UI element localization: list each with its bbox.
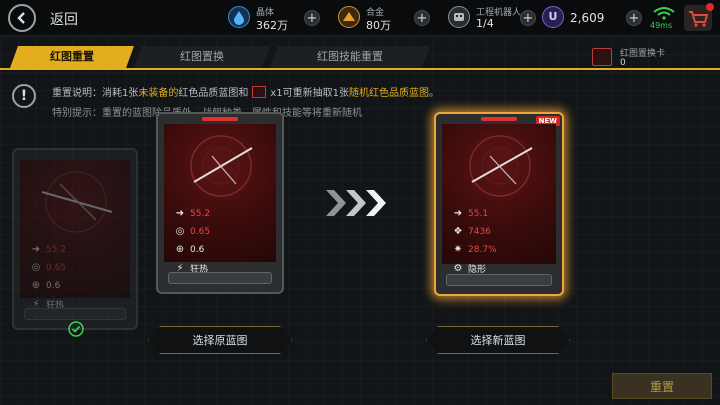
resource-robot: 工程机器人 1/4	[448, 3, 530, 33]
swap-card-icon	[592, 48, 612, 66]
warning-icon: !	[12, 84, 36, 108]
crystal-drop-icon	[228, 6, 250, 28]
ship-icon	[469, 135, 533, 197]
desc-highlight-unequipped: 未装备的	[138, 88, 179, 99]
add-robot-button[interactable]: +	[520, 10, 536, 26]
desc-part: 。	[429, 88, 440, 99]
reset-description: 重置说明：消耗1张未装备的红色品质蓝图和 x1可重新抽取1张随机红色品质蓝图。	[52, 84, 439, 99]
notification-dot	[706, 3, 714, 11]
new-blueprint-card[interactable]: NEW ➜ 55.1 ❖ 7436 ✷ 28.7% ⚙ 隐形	[434, 112, 564, 296]
currency-value: 2,609	[570, 11, 605, 25]
card-art: ➜ 55.1 ❖ 7436 ✷ 28.7% ⚙ 隐形	[442, 124, 556, 275]
alloy-icon	[338, 6, 360, 28]
stat-speed: ➜ 55.2	[175, 208, 211, 219]
desc-highlight-random: 随机红色品质蓝图	[349, 88, 430, 99]
robot-value: 1/4	[476, 17, 494, 30]
stat-speed: ➜ 55.2	[31, 244, 67, 255]
card-footer	[168, 272, 272, 284]
select-new-button[interactable]: 选择新蓝图	[426, 326, 570, 354]
stat-shield: ❖ 7436	[453, 226, 491, 237]
stat-accuracy: ⊕ 0.6	[31, 280, 61, 291]
card-top-indicator	[481, 117, 517, 121]
card-top-indicator	[202, 117, 238, 121]
swap-card-value: 0	[620, 58, 626, 68]
reset-ticket-icon	[252, 86, 267, 98]
resource-currency: U 2,609	[542, 3, 616, 33]
resource-alloy: 合金 80万	[338, 3, 408, 33]
back-label: 返回	[50, 12, 78, 28]
tab-skill-reset[interactable]: 红图技能重置	[270, 46, 430, 68]
shop-button[interactable]	[684, 3, 714, 31]
stat-damage-bonus: ✷ 28.7%	[453, 244, 497, 255]
add-crystal-button[interactable]: +	[304, 10, 320, 26]
original-blueprint-card[interactable]: ➜ 55.2 ◎ 0.65 ⊕ 0.6 ⚡ 狂热	[156, 112, 284, 294]
chevron-left-icon	[17, 12, 25, 24]
transform-arrows-icon	[326, 190, 386, 216]
tab-blueprint-swap[interactable]: 红图置换	[134, 46, 270, 68]
swap-card-label: 红图置换卡	[620, 49, 666, 59]
desc-part: 重置说明：消耗1张	[52, 88, 139, 99]
wifi-icon	[653, 7, 675, 20]
swap-card-counter: 红图置换卡 0	[592, 46, 702, 70]
reset-button[interactable]: 重置	[612, 373, 712, 399]
robot-icon	[448, 6, 470, 28]
alloy-value: 80万	[366, 19, 391, 32]
desc-part: x1可重新抽取1张	[270, 88, 350, 99]
card-art: ➜ 55.2 ◎ 0.65 ⊕ 0.6 ⚡ 狂热	[20, 160, 130, 311]
stat-speed: ➜ 55.1	[453, 208, 489, 219]
card-footer	[446, 274, 552, 286]
stat-accuracy: ⊕ 0.6	[175, 244, 205, 255]
back-button[interactable]	[8, 4, 36, 32]
network-status: 49ms	[650, 6, 678, 32]
premium-currency-icon: U	[542, 6, 564, 28]
resource-crystal: 晶体 362万	[228, 3, 298, 33]
stat-attack: ◎ 0.65	[175, 226, 211, 237]
select-original-button[interactable]: 选择原蓝图	[148, 326, 292, 354]
previous-blueprint-card: ➜ 55.2 ◎ 0.65 ⊕ 0.6 ⚡ 狂热	[12, 148, 138, 330]
add-currency-button[interactable]: +	[626, 10, 642, 26]
tab-blueprint-reset[interactable]: 红图重置	[10, 46, 134, 68]
crystal-value: 362万	[256, 19, 288, 32]
check-icon	[68, 321, 84, 337]
ship-icon	[190, 135, 253, 197]
card-footer	[24, 308, 126, 320]
stat-attack: ◎ 0.65	[31, 262, 67, 273]
add-alloy-button[interactable]: +	[414, 10, 430, 26]
ping-value: 49ms	[650, 21, 673, 30]
desc-part: 红色品质蓝图和	[178, 88, 249, 99]
ship-icon	[41, 171, 113, 233]
card-art: ➜ 55.2 ◎ 0.65 ⊕ 0.6 ⚡ 狂热	[164, 124, 276, 275]
top-bar: 返回 晶体 362万 + 合金 80万 + 工程机器人 1/4 + U 2,60…	[0, 0, 720, 36]
